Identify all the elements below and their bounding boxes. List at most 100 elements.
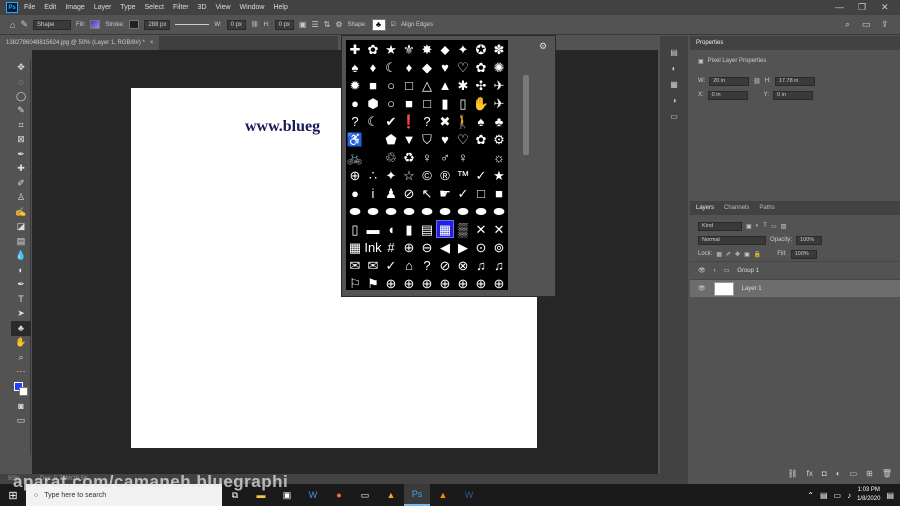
prop-x-field[interactable]: 0 in [707,90,748,100]
shape-swatch[interactable]: ⊖ [418,238,436,256]
shape-swatch[interactable]: ★ [382,40,400,58]
eyedropper-tool-icon[interactable]: ✒ [11,147,31,162]
shape-swatch[interactable]: ○ [382,76,400,94]
shape-swatch[interactable]: ⬬ [418,202,436,220]
menu-help[interactable]: Help [273,4,287,11]
shape-swatch[interactable]: ✿ [472,58,490,76]
path-alignment-icon[interactable]: ☰ [311,20,318,29]
shape-swatch[interactable]: ∴ [364,166,382,184]
libraries-panel-icon[interactable]: ▭ [660,108,688,124]
shape-swatch[interactable] [364,130,382,148]
path-arrangement-icon[interactable]: ⇅ [324,20,331,29]
shape-swatch[interactable]: ◀ [436,238,454,256]
shape-swatch[interactable]: ● [346,94,364,112]
picker-settings-gear-icon[interactable]: ⚙ [539,41,547,52]
opacity-field[interactable]: 100% [796,235,823,245]
shape-swatch[interactable]: ☼ [490,148,508,166]
shape-swatch[interactable]: ✈ [490,94,508,112]
healing-brush-tool-icon[interactable]: ✚ [11,162,31,177]
marquee-tool-icon[interactable]: ◌ [11,75,31,90]
screen-mode-icon[interactable]: ▭ [11,414,31,429]
link-icon[interactable]: ⛓ [753,78,761,85]
fill-field[interactable]: 100% [790,249,817,259]
shape-swatch[interactable]: ✔ [382,112,400,130]
align-edges-checkbox[interactable]: ☑ [391,21,396,28]
custom-shape-tool-icon[interactable]: ✎ [20,19,28,30]
tray-chevron-icon[interactable]: ⌃ [807,491,814,500]
shape-swatch[interactable]: ♥ [436,58,454,76]
shape-swatch[interactable]: ® [436,166,454,184]
blur-tool-icon[interactable]: 💧 [11,249,31,264]
shape-swatch[interactable]: ⊕ [418,274,436,290]
shape-swatch[interactable]: ▦ [346,238,364,256]
word-doc-icon[interactable]: W [300,484,326,506]
shape-swatch[interactable]: ▒ [454,220,472,238]
shape-swatch[interactable]: ◆ [418,58,436,76]
adjustments-panel-icon[interactable]: ◑ [660,92,688,108]
shape-swatch[interactable]: ⊕ [382,274,400,290]
clone-stamp-tool-icon[interactable]: ♙ [11,191,31,206]
shape-swatch[interactable]: ● [346,184,364,202]
shape-swatch[interactable]: ▮ [400,220,418,238]
more-tools-icon[interactable]: ⋯ [11,365,31,380]
height-field[interactable]: 0 px [274,19,294,30]
link-layers-icon[interactable]: ⛓ [788,469,798,478]
layer-style-icon[interactable]: fx [807,469,813,478]
shape-swatch[interactable]: ⊕ [346,166,364,184]
shape-swatch[interactable]: ✿ [364,40,382,58]
shape-swatch[interactable]: ⊘ [436,256,454,274]
tool-mode-select[interactable]: Shape [32,19,71,30]
shape-swatch[interactable]: ▤ [418,220,436,238]
history-brush-tool-icon[interactable]: ✍ [11,205,31,220]
word-icon[interactable]: W [456,484,482,506]
vlc-icon[interactable]: ▲ [430,484,456,506]
brush-tool-icon[interactable]: ✐ [11,176,31,191]
shape-swatch[interactable]: ⬬ [382,202,400,220]
shape-swatch[interactable]: i [364,184,382,202]
filter-shape-icon[interactable]: ▭ [771,223,777,230]
shape-swatch[interactable]: ⚜ [400,40,418,58]
shape-swatch[interactable]: ✓ [454,184,472,202]
shape-swatch[interactable]: ⬢ [364,94,382,112]
network-icon[interactable]: ▤ [820,491,828,500]
shape-swatch[interactable]: ▼ [400,130,418,148]
shape-swatch[interactable]: ✱ [454,76,472,94]
shape-swatch[interactable]: ♥ [436,130,454,148]
visibility-eye-icon[interactable]: 👁 [698,285,706,292]
shape-swatch[interactable]: ♦ [400,58,418,76]
shape-swatch[interactable]: □ [400,76,418,94]
maximize-button[interactable]: ❐ [858,2,866,13]
home-icon[interactable]: ⌂ [10,20,15,30]
gradient-tool-icon[interactable]: ▤ [11,234,31,249]
menu-edit[interactable]: Edit [44,4,56,11]
new-group-icon[interactable]: ▭ [850,469,858,478]
visibility-eye-icon[interactable]: 👁 [698,267,706,274]
menu-image[interactable]: Image [65,4,84,11]
shape-swatch[interactable]: ▬ [364,220,382,238]
shape-swatch[interactable]: ❗ [400,112,418,130]
shape-swatch[interactable]: ☆ [400,166,418,184]
shape-picker-button[interactable]: ♣ [371,18,386,31]
menu-select[interactable]: Select [145,4,164,11]
shape-swatch[interactable]: ✓ [472,166,490,184]
menu-file[interactable]: File [24,4,35,11]
dodge-tool-icon[interactable]: ◐ [11,263,31,278]
close-tab-icon[interactable]: × [150,40,154,46]
shape-swatch[interactable]: 🚶 [454,112,472,130]
lock-position-icon[interactable]: ✥ [735,251,740,258]
shape-swatch[interactable]: ✦ [454,40,472,58]
shape-swatch[interactable]: ⊕ [472,274,490,290]
pen-tool-icon[interactable]: ✒ [11,278,31,293]
shape-swatch[interactable]: ✣ [472,76,490,94]
quick-select-tool-icon[interactable]: ✎ [11,104,31,119]
background-color-swatch[interactable] [19,387,28,396]
shape-swatch[interactable]: ⊕ [436,274,454,290]
shape-swatch[interactable]: ◖ [382,220,400,238]
shape-swatch[interactable]: ™ [454,166,472,184]
shape-swatch[interactable]: ✚ [346,40,364,58]
lock-transparency-icon[interactable]: ▦ [716,251,722,258]
path-selection-tool-icon[interactable]: ➤ [11,307,31,322]
shape-swatch[interactable]: ✓ [382,256,400,274]
shape-swatch[interactable]: ⊕ [400,274,418,290]
shape-swatch[interactable]: ✉ [364,256,382,274]
